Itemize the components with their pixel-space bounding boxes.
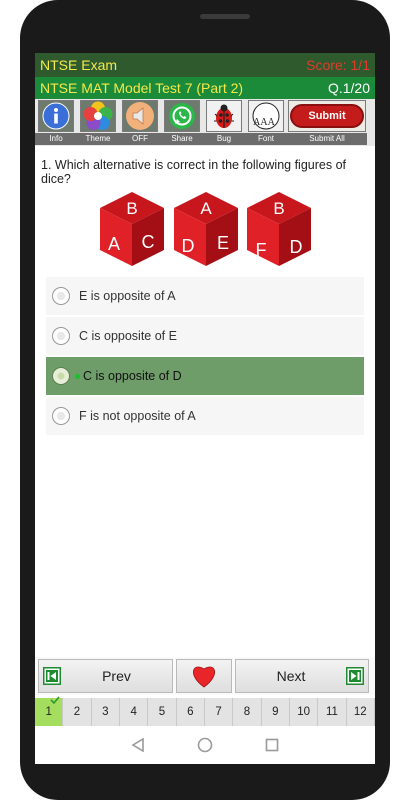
prev-label: Prev (102, 668, 131, 684)
die-1: B A C (100, 192, 164, 266)
option-4[interactable]: F is not opposite of A (46, 397, 364, 435)
skip-first-icon (43, 667, 61, 685)
option-1-radio[interactable] (52, 287, 70, 305)
share-label: Share (161, 133, 203, 145)
page-4-label: 4 (130, 706, 137, 718)
page-11[interactable]: 11 (318, 698, 347, 726)
skip-last-icon (346, 667, 364, 685)
page-6-label: 6 (187, 706, 194, 718)
score-label: Score: 1/1 (306, 57, 370, 73)
recents-nav-button[interactable] (265, 738, 279, 752)
page-4[interactable]: 4 (120, 698, 149, 726)
font-label: Font (245, 133, 287, 145)
page-2-label: 2 (73, 706, 81, 718)
sound-label: OFF (119, 133, 161, 145)
recents-square-icon (265, 738, 279, 752)
option-4-text: F is not opposite of A (79, 409, 196, 423)
die-2: A D E (174, 192, 238, 266)
page-12[interactable]: 12 (347, 698, 375, 726)
page-3-label: 3 (102, 706, 109, 718)
question-pager: 1 2 3 4 5 6 7 8 9 10 11 12 (35, 696, 375, 726)
page-9-label: 9 (272, 706, 279, 718)
page-3[interactable]: 3 (92, 698, 120, 726)
option-4-radio[interactable] (52, 407, 70, 425)
page-7[interactable]: 7 (205, 698, 234, 726)
page-2[interactable]: 2 (63, 698, 92, 726)
report-bug-button[interactable]: Bug (203, 100, 245, 146)
option-2-text: C is opposite of E (79, 329, 177, 343)
page-1[interactable]: 1 (35, 696, 64, 726)
die-3-top: B (273, 199, 284, 218)
die-3-right: D (290, 237, 303, 257)
die-3-left: F (256, 240, 267, 260)
die-2-right: E (217, 233, 229, 253)
page-10[interactable]: 10 (290, 698, 319, 726)
bug-label: Bug (203, 133, 245, 145)
phone-speaker (200, 14, 250, 19)
die-2-left: D (182, 236, 195, 256)
page-9[interactable]: 9 (262, 698, 290, 726)
page-12-label: 12 (353, 706, 367, 718)
question-navigation: Prev Next (35, 657, 375, 695)
option-2-radio[interactable] (52, 327, 70, 345)
page-8[interactable]: 8 (233, 698, 262, 726)
theme-icon (83, 101, 113, 130)
next-label: Next (276, 668, 306, 684)
sound-toggle-button[interactable]: OFF (119, 100, 161, 146)
app-header: NTSE Exam Score: 1/1 (35, 53, 375, 77)
home-circle-icon (197, 737, 213, 753)
system-navigation-bar (35, 726, 375, 764)
share-button[interactable]: Share (161, 100, 203, 146)
die-1-top: B (126, 199, 137, 218)
option-1[interactable]: E is opposite of A (46, 277, 364, 315)
die-3: B F D (247, 192, 311, 266)
page-6[interactable]: 6 (177, 698, 205, 726)
submit-tool: Submit Submit All (287, 100, 367, 146)
page-1-label: 1 (45, 706, 52, 718)
dice-figures: B A C A D E B F D (35, 190, 375, 272)
submit-button[interactable]: Submit (290, 104, 364, 128)
app-screen: NTSE Exam Score: 1/1 NTSE MAT Model Test… (35, 53, 375, 764)
info-button[interactable]: Info (35, 100, 77, 146)
heart-icon (193, 666, 215, 688)
info-label: Info (35, 133, 77, 145)
share-icon (169, 103, 195, 129)
app-title: NTSE Exam (40, 57, 118, 73)
option-1-text: E is opposite of A (79, 289, 176, 303)
sound-off-icon (126, 102, 154, 130)
question-text: 1. Which alternative is correct in the f… (41, 158, 346, 186)
toolbar: Info Theme OFF Share Bug Font Submit Sub… (35, 99, 375, 146)
home-nav-button[interactable] (197, 737, 213, 753)
question-counter: Q.1/20 (327, 80, 370, 96)
answered-check-icon (50, 696, 60, 704)
page-5[interactable]: 5 (148, 698, 177, 726)
next-button[interactable]: Next (235, 659, 369, 693)
option-2[interactable]: C is opposite of E (46, 317, 364, 355)
submit-all-label[interactable]: Submit All (287, 133, 367, 145)
test-header: NTSE MAT Model Test 7 (Part 2) Q.1/20 (35, 77, 375, 99)
correct-dot-icon (75, 373, 80, 379)
page-10-label: 10 (297, 706, 311, 718)
page-11-label: 11 (325, 706, 338, 718)
option-3[interactable]: C is opposite of D (46, 357, 364, 395)
page-7-label: 7 (215, 706, 222, 718)
die-1-right: C (142, 232, 155, 252)
font-icon-text: AAA (253, 117, 275, 128)
die-1-left: A (108, 234, 120, 254)
favorite-button[interactable] (176, 659, 232, 693)
theme-label: Theme (77, 133, 119, 145)
back-triangle-icon (131, 738, 144, 752)
bug-icon (214, 104, 234, 128)
die-2-top: A (200, 199, 212, 218)
info-icon (42, 102, 70, 130)
back-nav-button[interactable] (131, 738, 145, 752)
option-3-text: C is opposite of D (83, 369, 182, 383)
option-3-radio[interactable] (52, 367, 70, 385)
page-8-label: 8 (243, 706, 251, 718)
test-title: NTSE MAT Model Test 7 (Part 2) (40, 80, 244, 96)
page-5-label: 5 (158, 706, 166, 718)
prev-button[interactable]: Prev (38, 659, 173, 693)
answer-options: E is opposite of A C is opposite of E C … (35, 277, 375, 435)
theme-button[interactable]: Theme (77, 100, 119, 146)
